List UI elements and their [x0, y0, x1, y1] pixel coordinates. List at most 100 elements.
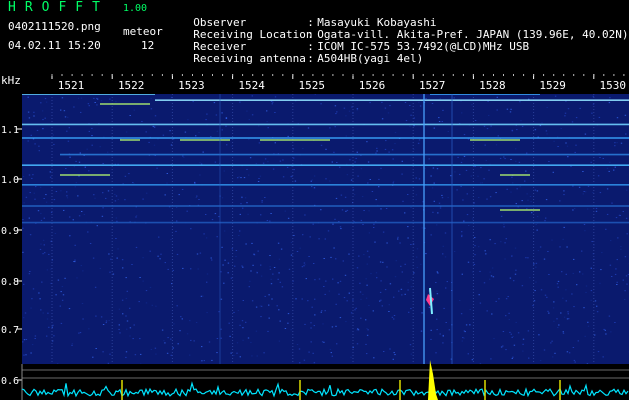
noise-dot	[389, 105, 391, 107]
info-antenna: Receiving antenna: A504HB(yagi 4el)	[180, 41, 423, 65]
noise-dot	[186, 210, 188, 212]
noise-dot	[100, 100, 103, 102]
noise-dot	[295, 298, 297, 300]
noise-dot	[180, 316, 182, 318]
noise-dot	[358, 255, 360, 257]
noise-dot	[361, 196, 364, 198]
noise-dot	[356, 267, 359, 269]
noise-dot	[249, 280, 251, 282]
noise-dot	[375, 152, 377, 154]
noise-dot	[59, 305, 61, 307]
noise-dot	[584, 230, 586, 232]
noise-dot	[479, 270, 481, 272]
noise-dot	[325, 178, 327, 180]
noise-dot	[433, 127, 435, 129]
noise-dot	[148, 141, 150, 143]
noise-dot	[157, 255, 159, 257]
noise-dot	[311, 186, 313, 188]
noise-dot	[461, 340, 463, 342]
noise-dot	[442, 253, 444, 255]
noise-dot	[474, 237, 476, 239]
noise-dot	[52, 134, 54, 136]
noise-dot	[124, 175, 127, 177]
noise-dot	[533, 263, 535, 265]
noise-dot	[381, 305, 383, 307]
x-tick-label: 1529	[539, 79, 566, 92]
noise-dot	[126, 320, 129, 322]
noise-dot	[584, 133, 587, 135]
noise-dot	[170, 354, 172, 356]
noise-dot	[335, 325, 337, 327]
noise-dot	[199, 162, 201, 164]
noise-dot	[28, 273, 31, 275]
noise-dot	[322, 323, 324, 325]
y-tick-label: 0.7	[1, 325, 19, 336]
noise-dot	[379, 261, 382, 263]
noise-dot	[519, 101, 521, 103]
noise-dot	[562, 297, 564, 299]
noise-dot	[201, 360, 203, 362]
noise-dot	[114, 193, 116, 195]
noise-dot	[335, 258, 337, 260]
noise-dot	[522, 350, 524, 352]
noise-dot	[484, 144, 486, 146]
noise-dot	[567, 311, 569, 313]
noise-dot	[547, 310, 549, 312]
noise-dot	[63, 209, 65, 211]
noise-dot	[409, 105, 411, 106]
noise-dot	[124, 199, 126, 201]
noise-dot	[299, 362, 301, 364]
noise-dot	[609, 161, 611, 163]
noise-dot	[511, 255, 513, 257]
noise-dot	[585, 291, 587, 293]
noise-dot	[41, 110, 44, 112]
noise-dot	[506, 108, 509, 110]
noise-dot	[336, 162, 338, 163]
noise-dot	[298, 348, 301, 350]
noise-dot	[410, 207, 412, 209]
noise-dot	[239, 324, 241, 326]
noise-dot	[442, 109, 444, 111]
noise-dot	[71, 343, 74, 345]
noise-dot	[261, 201, 263, 203]
noise-dot	[125, 351, 128, 353]
noise-dot	[402, 200, 404, 202]
noise-dot	[474, 254, 476, 256]
noise-dot	[88, 130, 90, 132]
noise-dot	[609, 264, 612, 266]
noise-dot	[535, 262, 538, 264]
noise-dot	[490, 358, 492, 360]
noise-dot	[510, 333, 512, 335]
noise-dot	[78, 215, 81, 217]
noise-dot	[573, 258, 575, 260]
noise-dot	[525, 257, 527, 259]
noise-dot	[534, 290, 536, 292]
noise-dot	[343, 297, 346, 299]
noise-dot	[594, 300, 597, 302]
noise-dot	[356, 109, 359, 111]
noise-dot	[126, 290, 128, 292]
noise-dot	[268, 317, 270, 319]
noise-dot	[259, 175, 262, 177]
noise-dot	[314, 279, 316, 281]
spectrogram[interactable]: 1521 1522 1523 1524 1525 1526 1527 1528 1529 1530…	[0, 74, 629, 400]
noise-dot	[190, 268, 192, 270]
noise-dot	[491, 267, 494, 269]
noise-dot	[190, 228, 192, 230]
noise-dot	[88, 328, 90, 330]
noise-dot	[567, 108, 570, 110]
noise-dot	[597, 351, 600, 353]
noise-dot	[172, 269, 174, 271]
noise-dot	[28, 117, 31, 119]
noise-dot	[66, 197, 69, 199]
noise-dot	[365, 297, 368, 299]
noise-dot	[436, 329, 438, 331]
noise-dot	[87, 231, 89, 233]
noise-dot	[350, 312, 353, 314]
noise-dot	[413, 272, 415, 274]
noise-dot	[562, 332, 565, 334]
noise-dot	[53, 199, 56, 201]
noise-dot	[311, 179, 314, 181]
noise-dot	[211, 359, 213, 361]
noise-dot	[495, 144, 498, 146]
